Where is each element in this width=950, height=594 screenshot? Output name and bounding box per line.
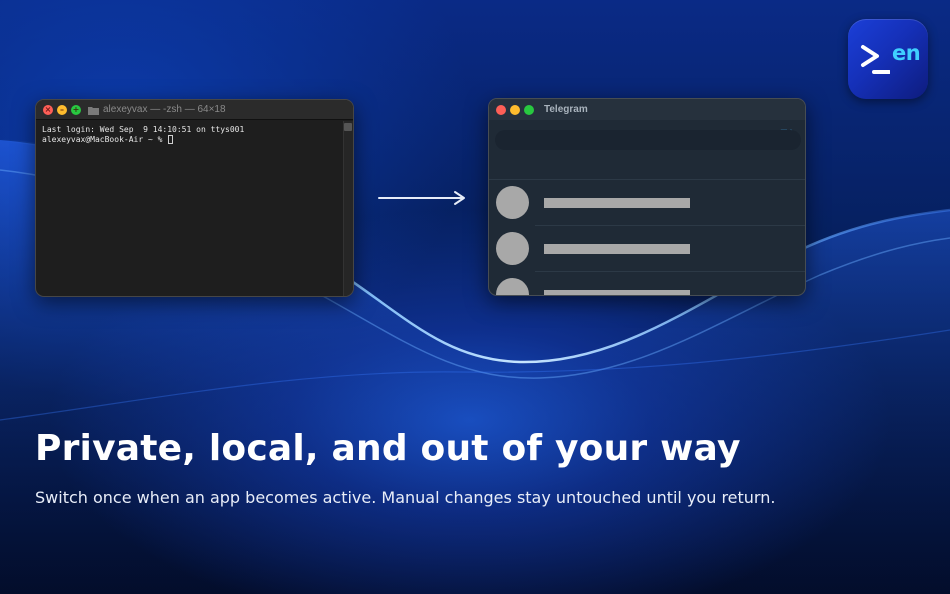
folder-icon <box>88 106 99 115</box>
chat-name-placeholder <box>544 198 690 208</box>
terminal-scroll-button[interactable] <box>344 123 352 131</box>
chat-name-placeholder <box>544 290 690 295</box>
terminal-title: alexeyvax — -zsh — 64×18 <box>88 104 226 116</box>
chat-list-item[interactable] <box>489 226 805 272</box>
telegram-title: Telegram <box>544 104 588 115</box>
terminal-prompt-icon <box>861 45 890 74</box>
zoom-icon: + <box>72 105 80 114</box>
minimize-icon: – <box>60 105 64 114</box>
subheadline: Switch once when an app becomes active. … <box>35 488 776 507</box>
telegram-window[interactable]: Telegram <box>488 98 806 296</box>
chat-name-placeholder <box>544 244 690 254</box>
search-input[interactable] <box>495 130 801 150</box>
close-button[interactable] <box>496 105 506 115</box>
terminal-titlebar[interactable]: × – + alexeyvax — -zsh — 64×18 <box>36 100 353 120</box>
terminal-cursor <box>168 135 174 144</box>
chat-list-item[interactable] <box>489 272 805 295</box>
terminal-prompt-line: alexeyvax@MacBook-Air ~ % <box>42 135 337 145</box>
terminal-prompt: alexeyvax@MacBook-Air ~ % <box>42 135 168 144</box>
close-icon: × <box>44 105 52 114</box>
arrow-right-icon <box>378 191 465 205</box>
avatar <box>496 232 529 265</box>
zoom-button[interactable] <box>524 105 534 115</box>
terminal-content[interactable]: Last login: Wed Sep 9 14:10:51 on ttys00… <box>36 121 343 296</box>
app-icon: en <box>848 19 928 99</box>
terminal-window[interactable]: × – + alexeyvax — -zsh — 64×18 Last logi… <box>35 99 354 297</box>
zoom-button[interactable]: + <box>71 105 81 115</box>
app-icon-label: en <box>892 41 921 65</box>
terminal-line: Last login: Wed Sep 9 14:10:51 on ttys00… <box>42 125 245 134</box>
terminal-title-text: alexeyvax — -zsh — 64×18 <box>103 104 226 115</box>
headline: Private, local, and out of your way <box>35 428 741 469</box>
avatar <box>496 186 529 219</box>
minimize-button[interactable]: – <box>57 105 67 115</box>
terminal-scrollbar[interactable] <box>343 121 353 296</box>
close-button[interactable]: × <box>43 105 53 115</box>
chat-list-item[interactable] <box>489 180 805 226</box>
minimize-button[interactable] <box>510 105 520 115</box>
telegram-titlebar[interactable]: Telegram <box>489 99 805 120</box>
avatar <box>496 278 529 295</box>
